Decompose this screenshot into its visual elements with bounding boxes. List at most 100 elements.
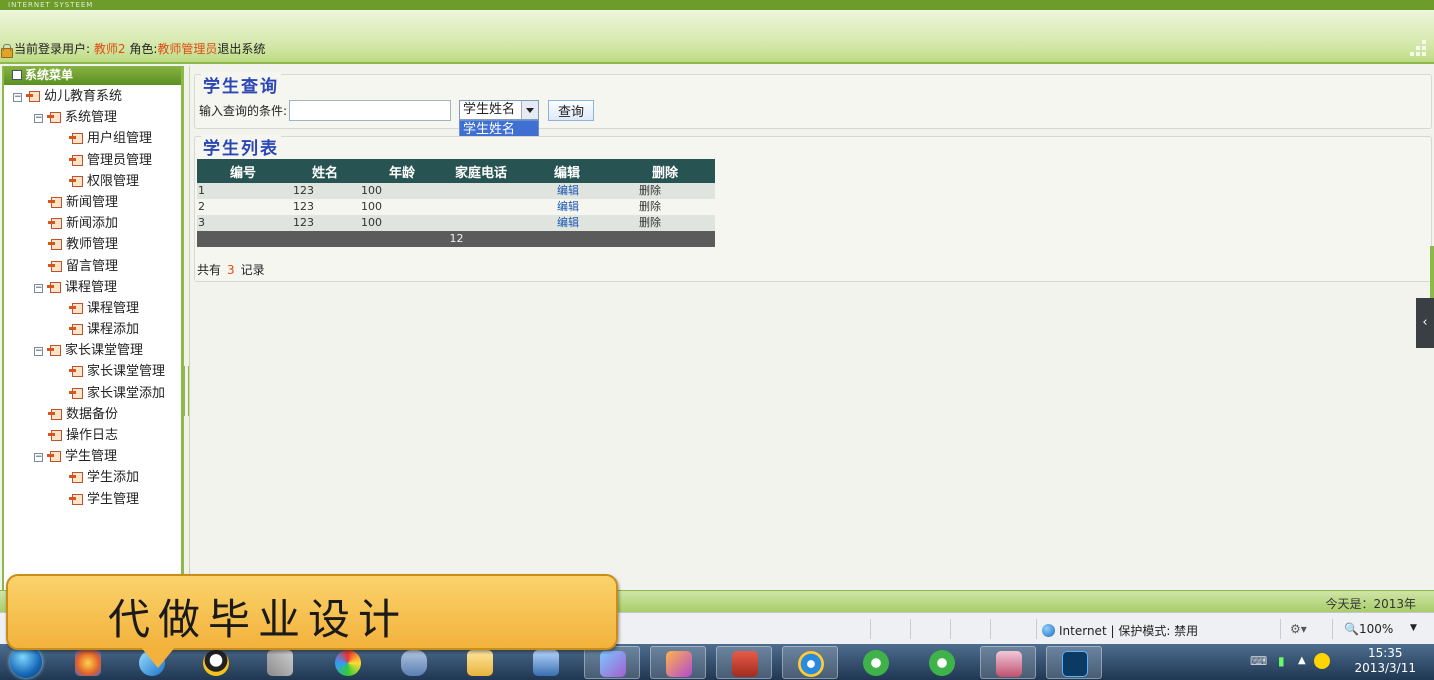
student-search-panel: 学生查询 输入查询的条件: 学生姓名 学生姓名 查询 bbox=[194, 72, 1432, 137]
keyboard-icon[interactable]: ⌨ bbox=[1250, 654, 1267, 668]
taskbar-network-icon[interactable] bbox=[518, 646, 574, 679]
security-zone[interactable]: Internet | 保护模式: 禁用 bbox=[1042, 622, 1198, 639]
collapse-panel-chevron-icon[interactable]: ‹ bbox=[1416, 298, 1434, 348]
sidebar-item-label: 家长课堂管理 bbox=[65, 343, 144, 359]
cell-age: 100 bbox=[361, 216, 382, 229]
folder-icon bbox=[69, 471, 83, 484]
table-body: 1 123 100 编辑 删除 2 123 100 编辑 删除 3 123 100 编辑 删除 12 bbox=[197, 183, 715, 247]
taskbar-key-icon[interactable] bbox=[980, 646, 1036, 679]
sidebar-item-label: 课程管理 bbox=[87, 300, 140, 316]
sidebar-item[interactable]: 学生管理 bbox=[4, 489, 181, 510]
logout-link[interactable]: 退出系统 bbox=[217, 42, 265, 56]
clock-time: 15:35 bbox=[1367, 646, 1403, 660]
zoom-level[interactable]: 🔍100% bbox=[1344, 622, 1393, 636]
taskbar-explorer-icon[interactable] bbox=[452, 646, 508, 679]
taskbar-vs-icon[interactable] bbox=[650, 646, 706, 679]
tree-root[interactable]: − 幼儿教育系统 bbox=[4, 86, 181, 107]
splitter-grip[interactable] bbox=[184, 366, 189, 416]
sidebar-item[interactable]: 管理员管理 bbox=[4, 150, 181, 171]
taskbar-toolbox-icon[interactable] bbox=[716, 646, 772, 679]
folder-icon bbox=[47, 111, 61, 124]
folder-icon bbox=[69, 387, 83, 399]
search-row: 输入查询的条件: 学生姓名 学生姓名 查询 bbox=[199, 99, 595, 137]
sidebar-item[interactable]: 用户组管理 bbox=[4, 128, 181, 149]
sidebar-item[interactable]: 权限管理 bbox=[4, 171, 181, 192]
taskbar-refresh-icon[interactable] bbox=[914, 646, 970, 679]
taskbar-photoshop-icon[interactable] bbox=[1046, 646, 1102, 679]
taskbar-vs-icon[interactable] bbox=[584, 646, 640, 679]
sidebar-item-label: 用户组管理 bbox=[87, 131, 153, 147]
search-field-select[interactable]: 学生姓名 学生姓名 bbox=[459, 100, 540, 137]
sidebar-item[interactable]: − 课程管理 bbox=[4, 277, 181, 298]
sidebar-item[interactable]: 课程管理 bbox=[4, 298, 181, 319]
sidebar-item-label: 留言管理 bbox=[66, 258, 119, 274]
collapse-toggle-icon[interactable]: − bbox=[13, 93, 22, 102]
sidebar-item-label: 系统管理 bbox=[65, 110, 118, 126]
edit-link[interactable]: 编辑 bbox=[557, 216, 579, 229]
folder-icon bbox=[69, 132, 83, 145]
sidebar-item[interactable]: 新闻添加 bbox=[4, 213, 181, 234]
folder-icon bbox=[48, 217, 62, 230]
col-age: 年龄 bbox=[361, 159, 443, 183]
delete-link[interactable]: 删除 bbox=[639, 184, 661, 197]
collapse-toggle-icon[interactable]: − bbox=[34, 347, 43, 357]
select-option-student-name[interactable]: 学生姓名 bbox=[459, 120, 540, 137]
sidebar-splitter[interactable] bbox=[184, 66, 190, 590]
folder-icon bbox=[69, 365, 83, 378]
sidebar-item[interactable]: − 系统管理 bbox=[4, 107, 181, 128]
sidebar-item[interactable]: 课程添加 bbox=[4, 319, 181, 340]
sidebar-item[interactable]: 操作日志 bbox=[4, 425, 181, 446]
folder-icon bbox=[69, 154, 83, 166]
security-settings-icon[interactable]: ⚙▾ bbox=[1290, 622, 1307, 636]
collapse-toggle-icon[interactable]: − bbox=[34, 453, 43, 463]
sidebar-item[interactable]: − 家长课堂管理 bbox=[4, 340, 181, 361]
folder-icon bbox=[48, 260, 62, 272]
sidebar-item[interactable]: 家长课堂管理 bbox=[4, 361, 181, 382]
main-content: 学生查询 输入查询的条件: 学生姓名 学生姓名 查询 学生列表 编号 姓名 年龄… bbox=[191, 66, 1434, 590]
zoom-dropdown-icon[interactable]: ▼ bbox=[1410, 623, 1417, 633]
sidebar-item[interactable]: 数据备份 bbox=[4, 404, 181, 425]
brand-strip: INTERNET SYSTEEM bbox=[0, 0, 1434, 10]
tray-plus-icon[interactable] bbox=[1314, 653, 1330, 669]
sidebar-item[interactable]: − 学生管理 bbox=[4, 446, 181, 467]
sidebar-item-label: 教师管理 bbox=[66, 237, 119, 253]
table-header-row: 编号 姓名 年龄 家庭电话 编辑 删除 bbox=[197, 159, 715, 183]
taskbar-qq-icon[interactable] bbox=[188, 646, 244, 679]
clock[interactable]: 15:35 2013/3/11 bbox=[1354, 646, 1416, 676]
total-count: 3 bbox=[227, 263, 235, 277]
edit-link[interactable]: 编辑 bbox=[557, 200, 579, 213]
battery-icon[interactable]: ▮ bbox=[1278, 654, 1285, 668]
menu-tree: − 幼儿教育系统 − 系统管理用户组管理管理员管理权限管理 新闻管理 新闻添加教师管理留… bbox=[4, 85, 181, 510]
taskbar-app-icon[interactable] bbox=[60, 646, 116, 679]
query-button[interactable]: 查询 bbox=[548, 99, 595, 121]
sidebar-item[interactable]: 家长课堂添加 bbox=[4, 383, 181, 404]
col-name: 姓名 bbox=[289, 159, 361, 183]
taskbar-ie-icon[interactable] bbox=[782, 646, 838, 679]
tray-expand-icon[interactable]: ▲ bbox=[1298, 655, 1306, 666]
col-phone: 家庭电话 bbox=[443, 159, 519, 183]
status-separator bbox=[950, 619, 951, 639]
sidebar-item-label: 管理员管理 bbox=[87, 152, 153, 168]
taskbar-tools-icon[interactable] bbox=[252, 646, 308, 679]
sidebar-item[interactable]: 留言管理 bbox=[4, 256, 181, 277]
taskbar-app-icon[interactable] bbox=[320, 646, 376, 679]
search-input[interactable] bbox=[289, 99, 452, 121]
collapse-toggle-icon[interactable]: − bbox=[34, 114, 43, 124]
app-header: 当前登录用户: 教师2 角色:教师管理员退出系统 bbox=[0, 10, 1434, 64]
delete-link[interactable]: 删除 bbox=[639, 216, 661, 229]
delete-link[interactable]: 删除 bbox=[639, 200, 661, 213]
table-row: 3 123 100 编辑 删除 bbox=[197, 215, 715, 231]
collapse-toggle-icon[interactable]: − bbox=[34, 283, 43, 293]
edit-link[interactable]: 编辑 bbox=[557, 184, 579, 197]
folder-icon bbox=[47, 450, 61, 463]
sidebar-item[interactable]: 学生添加 bbox=[4, 467, 181, 488]
status-separator bbox=[1280, 619, 1281, 639]
dropdown-arrow-icon[interactable] bbox=[521, 101, 539, 119]
pager-row: 12 bbox=[197, 231, 715, 247]
pager-text[interactable]: 12 bbox=[450, 232, 464, 245]
taskbar-infinity-icon[interactable] bbox=[386, 646, 442, 679]
taskbar-refresh-icon[interactable] bbox=[848, 646, 904, 679]
sidebar-item[interactable]: 新闻管理 bbox=[4, 192, 181, 213]
system-tray: ⌨ ▮ ▲ 15:35 2013/3/11 bbox=[1224, 644, 1434, 680]
sidebar-item[interactable]: 教师管理 bbox=[4, 234, 181, 255]
